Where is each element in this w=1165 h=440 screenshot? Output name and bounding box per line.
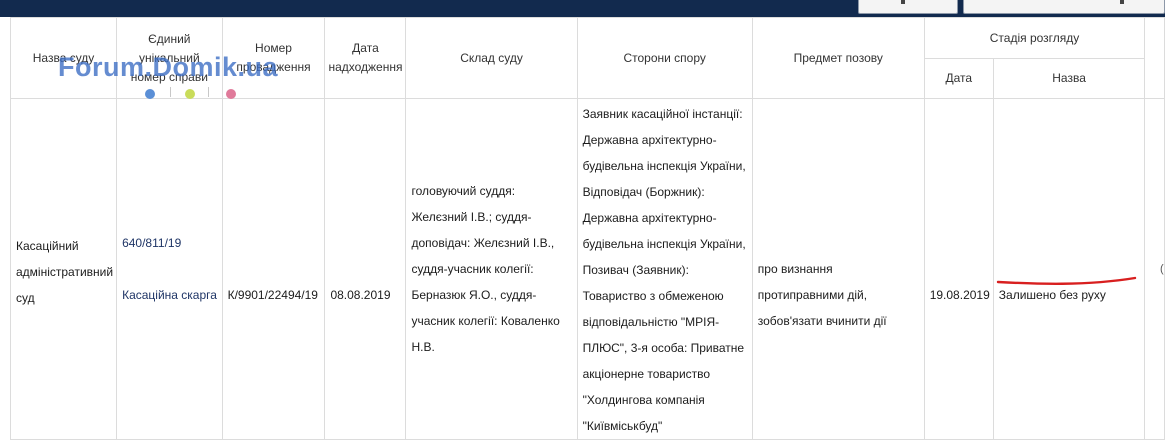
cell-stage-name: Залишено без руху [992, 98, 1146, 440]
cell-parties: Заявник касаційної інстанції: Державна а… [576, 98, 753, 440]
header-proceeding-number[interactable]: Номер провадження [221, 17, 326, 99]
watermark-dot-blue [145, 89, 155, 99]
toolbar-button-2[interactable] [963, 0, 1165, 14]
header-stage-date[interactable]: Дата [923, 58, 994, 99]
header-overflow-column [1144, 17, 1165, 99]
cell-court-name: Касаційний адміністративний суд [9, 98, 118, 440]
cell-stage-date: 19.08.2019 [923, 98, 994, 440]
watermark-dot-green [185, 89, 195, 99]
header-received-date[interactable]: Дата надходження [324, 17, 407, 99]
toolbar-button-1[interactable] [858, 0, 958, 14]
cell-case-number: 640/811/19 Касаційна скарга [116, 98, 223, 440]
button-glyph-icon [1120, 0, 1124, 4]
header-claim-subject[interactable]: Предмет позову [751, 17, 925, 99]
cell-received-date: 08.08.2019 [324, 98, 407, 440]
watermark-divider [170, 87, 171, 97]
header-court-name[interactable]: Назва суду [9, 17, 118, 99]
header-stage-name[interactable]: Назва [992, 58, 1146, 99]
watermark-divider [208, 87, 209, 97]
cell-claim-subject: про визнання протиправними дій, зобов'яз… [751, 98, 925, 440]
case-type: Касаційна скарга [122, 288, 217, 302]
header-parties[interactable]: Сторони спору [576, 17, 753, 99]
button-glyph-icon [901, 0, 905, 4]
cell-court-composition: головуючий суддя: Желєзний І.В.; суддя-д… [405, 98, 578, 440]
court-cases-table: Назва суду Єдиний унікальний номер справ… [9, 17, 1165, 440]
cell-proceeding-number: К/9901/22494/19 [221, 98, 326, 440]
watermark-dot-pink [226, 89, 236, 99]
case-number-link[interactable]: 640/811/19 [122, 230, 219, 256]
header-stage-group: Стадія розгляду [923, 17, 1146, 59]
header-court-composition[interactable]: Склад суду [405, 17, 578, 99]
table-row[interactable]: Касаційний адміністративний суд 640/811/… [9, 98, 1165, 440]
top-bar [0, 0, 1165, 17]
clipped-glyph-icon: ( [1160, 263, 1164, 275]
